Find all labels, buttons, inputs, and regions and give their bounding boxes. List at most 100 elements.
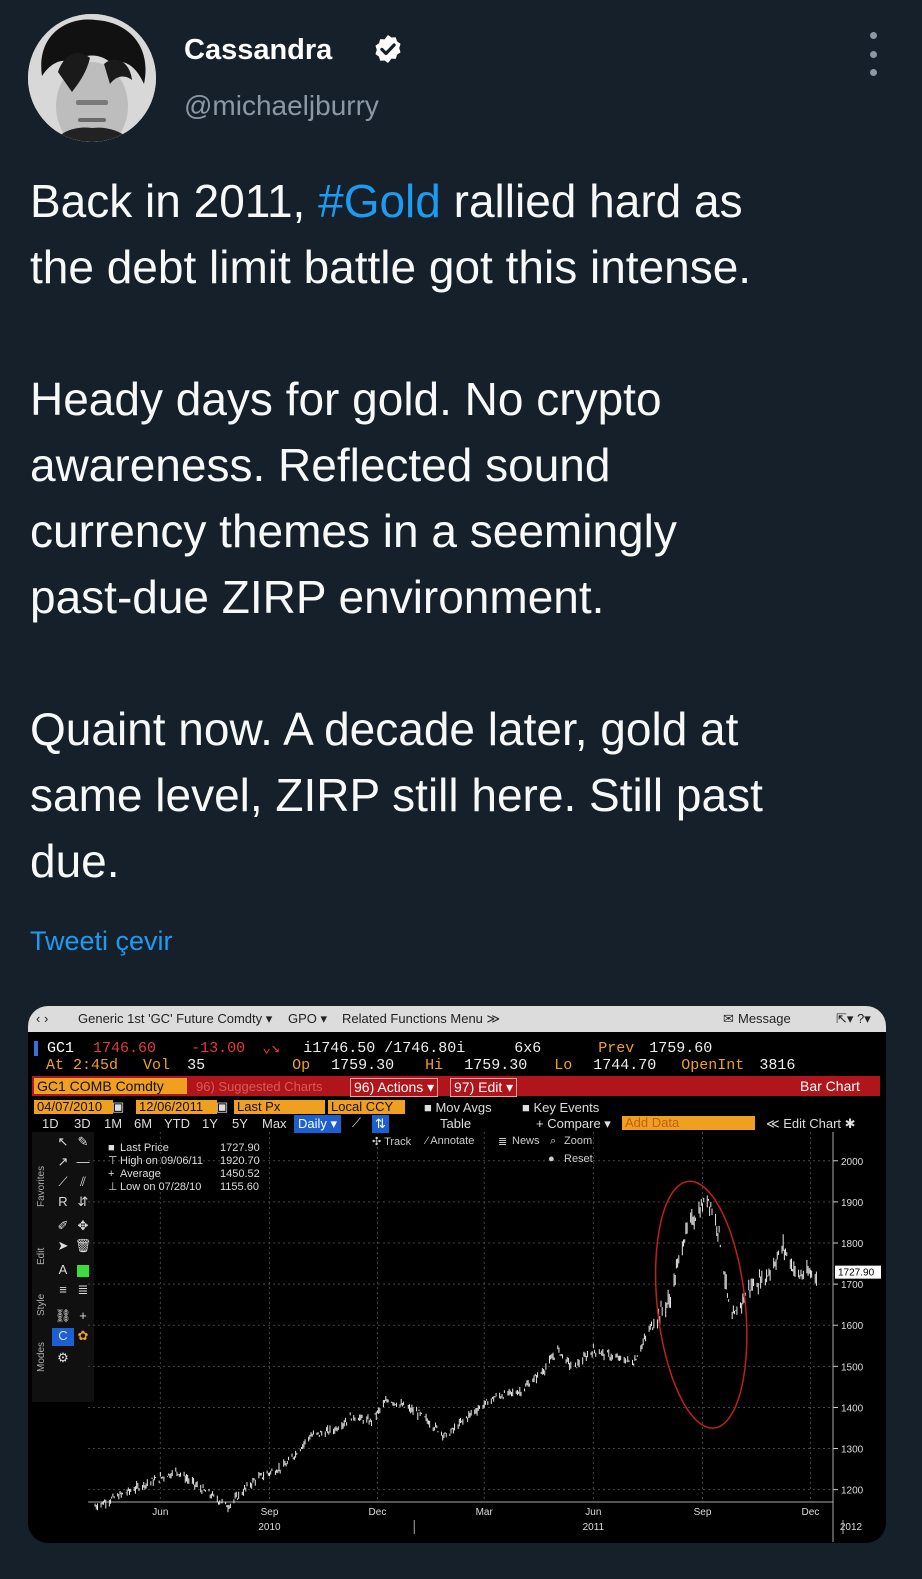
- actions-menu[interactable]: 96) Actions ▾: [350, 1078, 439, 1097]
- security-field[interactable]: GC1 COMB Comdty: [34, 1078, 187, 1094]
- open-value: 1759.30: [331, 1057, 395, 1074]
- period-1y[interactable]: 1Y: [202, 1116, 218, 1131]
- ticker-marker: [34, 1040, 38, 1056]
- legend-marker: ■: [108, 1142, 115, 1154]
- message-button[interactable]: Message: [738, 1011, 791, 1026]
- ray-tool-icon[interactable]: ⟋: [52, 1174, 74, 1192]
- y-tick-label: 1600: [841, 1321, 864, 1332]
- retracement-tool-icon[interactable]: R: [52, 1194, 74, 1212]
- legend-value: 1727.90: [220, 1142, 260, 1154]
- zoom-button[interactable]: Zoom: [564, 1135, 592, 1147]
- author-handle[interactable]: @michaeljburry: [184, 90, 379, 122]
- y-tick-label: 1200: [841, 1486, 864, 1497]
- period-6m[interactable]: 6M: [134, 1116, 152, 1131]
- style-tab[interactable]: Style: [36, 1282, 50, 1328]
- y-tick-label: 1400: [841, 1403, 864, 1414]
- high-value: 1759.30: [464, 1057, 528, 1074]
- period-max[interactable]: Max: [262, 1116, 287, 1131]
- trend-tool-icon[interactable]: ↗: [52, 1154, 74, 1172]
- modes-tab[interactable]: Modes: [36, 1334, 50, 1380]
- table-button[interactable]: Table: [440, 1116, 471, 1131]
- chart-image[interactable]: ‹ › Generic 1st 'GC' Future Comdty ▾ GPO…: [28, 1006, 886, 1543]
- tweet-paragraph-1: Back in 2011, #Gold rallied hard as the …: [30, 168, 900, 300]
- pointer-tool-icon[interactable]: ↖: [52, 1134, 74, 1152]
- period-3d[interactable]: 3D: [74, 1116, 91, 1131]
- edit-chart-button[interactable]: ≪ Edit Chart ✱: [766, 1116, 856, 1132]
- frequency-select[interactable]: Daily ▾: [294, 1115, 342, 1133]
- font-icon[interactable]: A: [52, 1262, 74, 1280]
- drawing-toolbar: Favorites Edit Style Modes ↖ ✎ ↗ — ⟋ ⫽ R…: [32, 1132, 94, 1402]
- period-5y[interactable]: 5Y: [232, 1116, 248, 1131]
- start-date-field[interactable]: 04/07/2010: [34, 1100, 113, 1114]
- prev-label: Prev: [598, 1040, 635, 1057]
- period-1d[interactable]: 1D: [42, 1116, 59, 1131]
- bar-chart-icon[interactable]: ⇅: [372, 1115, 389, 1133]
- edit-tab[interactable]: Edit: [36, 1236, 50, 1276]
- open-label: Op: [292, 1057, 311, 1074]
- x-tick-label: Sep: [261, 1507, 279, 1518]
- avatar-image: [28, 14, 156, 142]
- generic-security-menu[interactable]: Generic 1st 'GC' Future Comdty ▾: [78, 1011, 272, 1027]
- currency-select[interactable]: Local CCY: [328, 1100, 405, 1114]
- tweet-text: Back in 2011, #Gold rallied hard as the …: [30, 168, 900, 894]
- suggested-charts-button[interactable]: 96) Suggested Charts: [196, 1079, 322, 1094]
- legend-label: Last Price: [120, 1142, 169, 1154]
- edit-pen-icon[interactable]: ✐: [52, 1218, 74, 1236]
- legend-row-low: ⊥ Low on 07/28/10 1155.60: [108, 1181, 260, 1194]
- annotate-button[interactable]: ⁄ Annotate: [426, 1135, 474, 1147]
- author-name[interactable]: Cassandra: [184, 34, 332, 67]
- select-icon[interactable]: ➤: [52, 1238, 74, 1256]
- envelope-icon[interactable]: ✉: [723, 1011, 734, 1027]
- legend-marker: ⊤: [108, 1155, 118, 1167]
- edit-menu[interactable]: 97) Edit ▾: [450, 1078, 518, 1097]
- open-interest-value: 3816: [759, 1057, 796, 1074]
- x-tick-label: Dec: [802, 1507, 820, 1518]
- translate-tweet-link[interactable]: Tweeti çevir: [30, 926, 173, 957]
- chart-type-label: Bar Chart: [800, 1078, 860, 1094]
- last-price: 1746.60: [93, 1040, 157, 1057]
- favorites-tab[interactable]: Favorites: [36, 1146, 50, 1226]
- related-functions-menu[interactable]: Related Functions Menu ≫: [342, 1011, 500, 1027]
- reset-icon[interactable]: ●: [548, 1153, 555, 1165]
- mov-avgs-toggle[interactable]: ■ Mov Avgs: [424, 1100, 492, 1115]
- legend-label: Low on 07/28/10: [120, 1181, 202, 1193]
- last-price-tag-label: 1727.90: [838, 1268, 875, 1279]
- period-1m[interactable]: 1M: [104, 1116, 122, 1131]
- link-icon[interactable]: ⛓: [52, 1308, 74, 1326]
- track-button[interactable]: ✣ Track: [372, 1135, 411, 1148]
- tweet-paragraph-3: Quaint now. A decade later, gold at same…: [30, 703, 763, 887]
- period-ytd[interactable]: YTD: [164, 1116, 190, 1131]
- calendar-icon[interactable]: ▣: [216, 1099, 228, 1115]
- news-button[interactable]: News: [512, 1135, 540, 1147]
- hashtag-link[interactable]: #Gold: [318, 175, 441, 227]
- news-icon[interactable]: ≣: [498, 1135, 507, 1148]
- chart-legend: ■ Last Price 1727.90 ⊤ High on 09/06/11 1920…: [108, 1142, 260, 1194]
- line-style-icon[interactable]: ≡: [52, 1282, 74, 1300]
- gpo-menu[interactable]: GPO ▾: [288, 1011, 327, 1027]
- calendar-icon[interactable]: ▣: [112, 1099, 124, 1115]
- compare-button[interactable]: + Compare ▾: [536, 1116, 611, 1132]
- key-events-toggle[interactable]: ■ Key Events: [522, 1100, 599, 1115]
- more-vertical-icon[interactable]: [862, 32, 884, 76]
- legend-row-average: + Average 1450.52: [108, 1168, 260, 1181]
- mode-icon[interactable]: C: [52, 1328, 74, 1346]
- vol-value: 35: [187, 1057, 206, 1074]
- window-controls[interactable]: ⇱▾ ?▾: [836, 1011, 871, 1027]
- low-label: Lo: [554, 1057, 573, 1074]
- end-date-field[interactable]: 12/06/2011: [136, 1100, 217, 1114]
- zoom-icon[interactable]: ⌕: [550, 1135, 556, 1148]
- quote-line-2: At 2:45d Vol 35 Op 1759.30 Hi 1759.30 Lo…: [46, 1057, 795, 1074]
- bid-ask: i1746.50 /1746.80i: [303, 1040, 466, 1057]
- nav-arrows[interactable]: ‹ ›: [36, 1011, 48, 1026]
- avatar[interactable]: [28, 14, 156, 142]
- reset-button[interactable]: Reset: [564, 1153, 593, 1165]
- settings-gear-icon[interactable]: ⚙: [52, 1350, 74, 1368]
- line-chart-icon[interactable]: ⟋: [352, 1115, 361, 1131]
- y-tick-label: 1900: [841, 1198, 864, 1209]
- legend-marker: +: [108, 1168, 115, 1180]
- price-change: -13.00: [191, 1040, 246, 1057]
- y-tick-label: 1700: [841, 1280, 864, 1291]
- bid-ask-size: 6x6: [514, 1040, 542, 1057]
- price-field-select[interactable]: Last Px: [234, 1100, 325, 1114]
- add-data-input[interactable]: Add Data: [622, 1116, 755, 1130]
